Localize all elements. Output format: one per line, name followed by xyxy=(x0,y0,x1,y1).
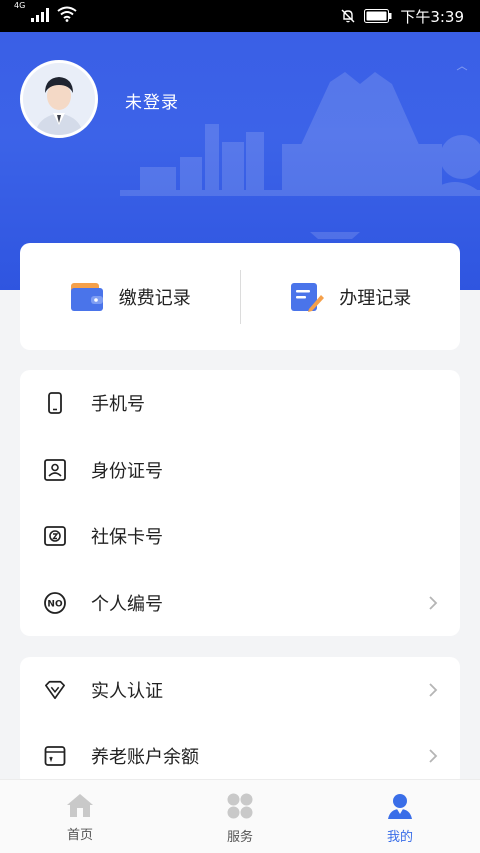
verify-shield-icon xyxy=(45,680,65,700)
wallet-icon xyxy=(70,282,103,311)
real-name-verify-row[interactable]: 实人认证 xyxy=(20,657,460,723)
nav-home[interactable]: 首页 xyxy=(0,780,160,853)
personal-number-label: 个人编号 xyxy=(91,593,163,615)
home-icon xyxy=(67,794,93,817)
wifi-icon xyxy=(57,6,77,22)
id-card-label: 身份证号 xyxy=(91,460,163,482)
social-security-label: 社保卡号 xyxy=(91,527,163,549)
phone-row[interactable]: 手机号 xyxy=(20,370,460,437)
id-card-row[interactable]: 身份证号 xyxy=(20,437,460,504)
nav-mine-label: 我的 xyxy=(386,830,413,845)
svg-text:NO: NO xyxy=(47,599,63,609)
grid-icon xyxy=(227,793,253,819)
phone-label: 手机号 xyxy=(91,394,145,416)
social-security-row[interactable]: 社保卡号 xyxy=(20,503,460,570)
personal-number-row[interactable]: NO 个人编号 xyxy=(20,570,460,637)
personal-info-card: 手机号 身份证号 社保卡号 NO 个人编号 xyxy=(20,370,460,636)
payment-record-label: 缴费记录 xyxy=(118,287,191,309)
processing-record-label: 办理记录 xyxy=(339,287,412,309)
records-card: 缴费记录 办理记录 xyxy=(20,243,460,350)
service-card: 实人认证 养老账户余额 xyxy=(20,657,460,787)
signal-icon xyxy=(31,8,50,22)
user-avatar[interactable] xyxy=(20,60,98,138)
bottom-navigation: 首页 服务 我的 xyxy=(0,779,480,853)
network-type: 4G xyxy=(14,1,26,10)
chevron-right-icon xyxy=(429,749,438,763)
nav-service-label: 服务 xyxy=(226,830,253,845)
status-bar: 4G 下午3:39 xyxy=(0,0,480,32)
nav-home-label: 首页 xyxy=(66,828,93,843)
nav-mine[interactable]: 我的 xyxy=(320,780,480,853)
phone-icon xyxy=(48,392,62,415)
wallet-outline-icon xyxy=(44,746,66,766)
mute-bell-icon xyxy=(341,9,355,23)
social-security-card-icon xyxy=(44,526,66,547)
pension-balance-label: 养老账户余额 xyxy=(91,747,199,768)
payment-record-button[interactable]: 缴费记录 xyxy=(20,243,240,350)
login-status[interactable]: 未登录 xyxy=(125,88,179,113)
user-icon xyxy=(388,794,412,819)
number-badge-icon: NO xyxy=(44,591,66,614)
status-time: 下午3:39 xyxy=(400,7,464,26)
default-avatar-icon xyxy=(23,63,95,135)
chevron-right-icon xyxy=(429,683,438,697)
chevron-right-icon xyxy=(429,596,438,610)
document-edit-icon xyxy=(291,282,325,312)
processing-record-button[interactable]: 办理记录 xyxy=(241,243,461,350)
nav-service[interactable]: 服务 xyxy=(160,780,320,853)
id-card-icon xyxy=(44,458,66,481)
battery-icon xyxy=(364,9,392,23)
real-name-verify-label: 实人认证 xyxy=(91,681,163,702)
